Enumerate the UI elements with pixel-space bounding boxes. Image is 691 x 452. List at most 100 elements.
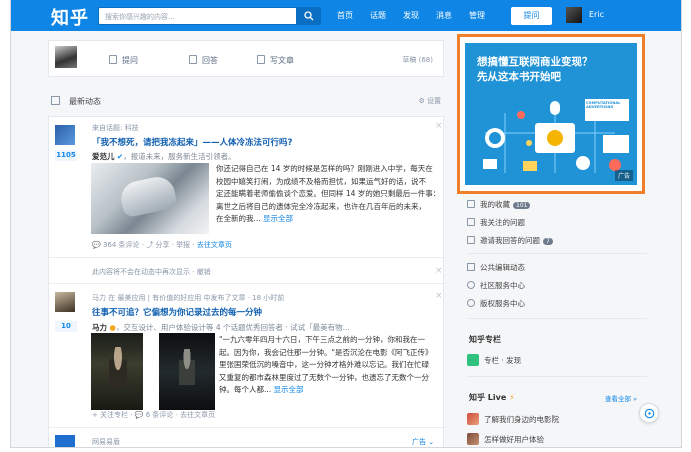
follow-column-link[interactable]: + 关注专栏 [92,411,128,419]
feed-card: 来自话题: 科技 × 「我不想死，请把我冻起来」——人体冷冻法可行吗? 1105… [48,116,445,447]
ad-title-line: 想搞懂互联网商业变现？ [477,56,593,68]
nav-explore[interactable]: 发现 [403,10,419,21]
write-article-action[interactable]: 写文章 [257,55,294,66]
author-name[interactable]: 马力 [92,323,107,332]
topic-avatar[interactable] [55,125,75,145]
sidebar-item-label: 邀请我回答的问题 [480,236,540,245]
pencil-icon [257,55,265,64]
search-placeholder: 搜索你感兴趣的内容... [105,13,175,21]
checkbox-icon [467,218,475,226]
close-icon[interactable]: × [435,291,443,301]
ask-question-button[interactable]: 提问 [511,7,552,25]
ad-image: 想搞懂互联网商业变现？ 先从这本书开始吧 COMPUTATIONAL ADVER… [465,43,637,185]
nav-manage[interactable]: 管理 [469,10,485,21]
vote-count[interactable]: 10 [55,321,77,332]
sidebar-item-column-explore[interactable]: 专栏 · 发现 [467,354,521,366]
read-more-link[interactable]: 显示全部 [263,214,293,223]
item-source: 网易易盾 [92,438,120,446]
sidebar-item-copyright[interactable]: 版权服务中心 [467,298,525,309]
user-avatar[interactable] [566,7,582,23]
zhihu-logo[interactable]: 知乎 [51,4,89,30]
ad-banner[interactable]: 想搞懂互联网商业变现？ 先从这本书开始吧 COMPUTATIONAL ADVER… [457,34,645,194]
author-avatar[interactable] [55,292,75,312]
lightning-icon: ⚡ [509,393,515,402]
sidebar-item-label: 公共编辑动态 [480,263,525,272]
view-article-link[interactable]: 去往文章页 [180,411,215,419]
bookmark-icon [467,200,475,208]
drafts-link[interactable]: 草稿 (68) [402,55,433,65]
compose-action-bar: 提问 回答 写文章 草稿 (68) [48,40,444,77]
sidebar-item-community[interactable]: 社区服务中心 [467,280,525,291]
read-more-link[interactable]: 显示全部 [274,385,304,394]
comments-label: 364 条评论 [102,241,140,249]
excerpt-line: 又重复的都市森林里度过了无数个一分钟，也遗忘了无数个一分 [219,372,429,382]
document-icon [467,236,475,244]
ask-action[interactable]: 提问 [109,55,138,66]
my-avatar[interactable] [55,46,77,68]
share-link[interactable]: ⤴ 分享 [146,241,169,249]
search-input[interactable]: 搜索你感兴趣的内容... [98,7,297,25]
feed-settings-link[interactable]: ⚙ 设置 [418,96,441,106]
chat-icon [644,408,655,419]
article-thumbnail[interactable] [91,163,209,234]
excerpt-line: 在全新的我... [216,214,261,223]
undo-link[interactable]: 撤销 [197,268,211,276]
question-icon [109,55,117,64]
advertiser-avatar[interactable] [55,435,75,447]
list-icon [467,263,475,271]
ad-book-text: COMPUTATIONAL ADVERTISING [586,101,621,110]
comments-link[interactable]: 💬 364 条评论 [92,241,140,249]
close-icon[interactable]: × [435,266,443,276]
sidebar-item-label: 版权服务中心 [480,299,525,308]
copyright-icon [467,299,475,307]
feedback-button[interactable] [639,403,659,423]
live-title-label: 知乎 Live [469,393,507,402]
excerpt-line: 校园中嬉笑打闹，为成绩不及格而担忧，如果运气好的话，说不 [216,176,426,186]
ad-label: 广告 [412,438,426,446]
sidebar-item-label: 我关注的问题 [480,218,525,227]
live-item[interactable]: 了解我们身边的电影院 [467,413,559,425]
article-title[interactable]: 往事不可追？它偏想为你记录过去的每一分钟 [92,306,262,318]
search-icon [304,11,314,21]
question-title[interactable]: 「我不想死，请把我冻起来」——人体冷冻法可行吗? [92,136,292,148]
article-excerpt[interactable]: "一九六零年四月十六日，下午三点之前的一分钟，你和我在一 起。因为你，我会记住那… [219,334,432,397]
sidebar-item-collections[interactable]: 我的收藏 101 [467,199,531,210]
divider [467,253,647,254]
comments-link[interactable]: 💬 6 条评论 [135,411,174,419]
live-item[interactable]: 怎样做好用户体验 [467,433,544,445]
sidebar-item-invites[interactable]: 邀请我回答的问题 7 [467,235,553,246]
item-footer: + 关注专栏 · 💬 6 条评论 · 去往文章页 [92,411,216,419]
excerpt-line: 你还记得自己在 14 岁的时候是怎样的吗？刚刚进入中学，每天在 [216,164,433,173]
live-view-all-link[interactable]: 查看全部 » [605,393,637,403]
answer-action[interactable]: 回答 [189,55,218,66]
article-image-2[interactable] [159,333,215,410]
author-name[interactable]: 爱范儿 [92,152,115,161]
excerpt-line: 离世之后将自己的遗体完全冷冻起来，也许在几百年后的未来， [216,201,426,211]
write-action-label: 写文章 [270,56,294,65]
share-label: 分享 [155,241,170,249]
column-icon [467,354,479,366]
nav-home[interactable]: 首页 [337,10,353,21]
nav-messages[interactable]: 消息 [436,10,452,21]
hidden-notice: 此内容将不会在动态中再次显示 · 撤销 [92,268,211,276]
sidebar-item-label: 专栏 · 发现 [484,356,522,365]
article-image-1[interactable] [91,333,143,410]
sidebar-item-public-edit[interactable]: 公共编辑动态 [467,262,525,273]
count-badge: 7 [543,238,553,245]
close-icon[interactable]: × [435,121,443,131]
settings-label: 设置 [427,97,441,105]
user-name[interactable]: Eric [589,10,604,19]
ad-label-dropdown[interactable]: 广告 ⌄ [412,437,434,447]
item-footer: 💬 364 条评论 · ⤴ 分享 · 举报 · 去往文章页 [92,241,232,249]
answer-excerpt[interactable]: 你还记得自己在 14 岁的时候是怎样的吗？刚刚进入中学，每天在 校园中嬉笑打闹，… [216,163,440,226]
sidebar-item-followed-questions[interactable]: 我关注的问题 [467,217,525,228]
report-link[interactable]: 举报 [176,241,190,249]
view-article-link[interactable]: 去往文章页 [197,241,232,249]
count-badge: 101 [513,202,531,209]
sidebar-item-label: 我的收藏 [480,200,510,209]
author-line: 马力 ●，交互设计、用户体验设计等 4 个话题优秀回答者 · 试试「最美有物..… [92,323,350,332]
author-desc: ，报道未来，服务新生活引领者。 [123,152,236,161]
search-button[interactable] [297,7,321,25]
vote-count[interactable]: 1105 [55,150,77,161]
nav-topics[interactable]: 话题 [370,10,386,21]
